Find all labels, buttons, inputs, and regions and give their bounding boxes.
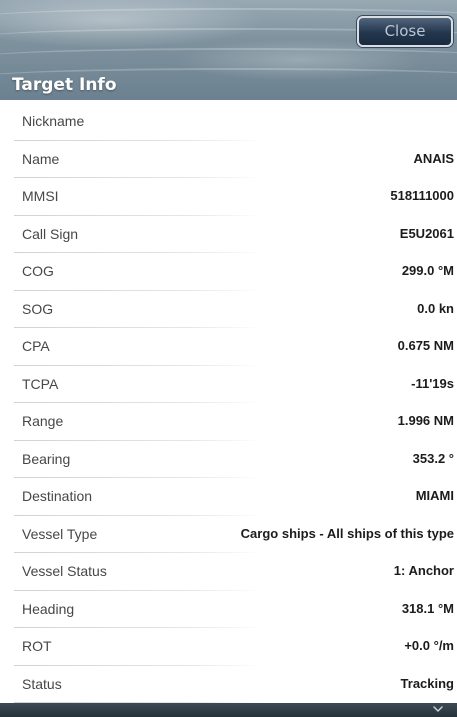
scroll-strip[interactable] bbox=[0, 703, 457, 717]
status-label: Status bbox=[22, 675, 62, 692]
mmsi-label: MMSI bbox=[22, 188, 59, 204]
list-item[interactable]: Vessel Type Cargo ships - All ships of t… bbox=[12, 516, 457, 554]
list-item[interactable]: Status Tracking bbox=[12, 666, 457, 704]
bearing-value: 353.2 ° bbox=[412, 450, 454, 466]
range-value: 1.996 NM bbox=[397, 413, 454, 428]
list-item[interactable]: Heading 318.1 °M bbox=[12, 591, 457, 629]
list-item[interactable]: Nickname bbox=[12, 103, 457, 141]
call-sign-label: Call Sign bbox=[22, 225, 79, 242]
destination-label: Destination bbox=[22, 488, 93, 504]
vessel-type-value: Cargo ships - All ships of this type bbox=[240, 525, 454, 541]
tcpa-value: -11'19s bbox=[411, 375, 454, 391]
call-sign-value: E5U2061 bbox=[399, 225, 454, 241]
range-label: Range bbox=[22, 413, 64, 429]
target-info-panel: Close Target Info Nickname Name ANAIS MM… bbox=[0, 0, 457, 717]
nickname-label: Nickname bbox=[22, 113, 85, 129]
list-item[interactable]: Name ANAIS bbox=[12, 141, 457, 179]
vessel-type-label: Vessel Type bbox=[22, 525, 98, 542]
list-item[interactable]: MMSI 518111000 bbox=[12, 178, 457, 216]
list-item[interactable]: Vessel Status 1: Anchor bbox=[12, 553, 457, 591]
list-item[interactable]: Bearing 353.2 ° bbox=[12, 441, 457, 479]
cog-value: 299.0 °M bbox=[401, 263, 454, 278]
cog-label: COG bbox=[22, 263, 54, 279]
heading-value: 318.1 °M bbox=[401, 600, 454, 616]
vessel-status-label: Vessel Status bbox=[22, 563, 107, 579]
list-item[interactable]: Call Sign E5U2061 bbox=[12, 216, 457, 254]
list-item[interactable]: Destination MIAMI bbox=[12, 478, 457, 516]
list-item[interactable]: SOG 0.0 kn bbox=[12, 291, 457, 329]
page-title: Target Info bbox=[12, 75, 117, 95]
header: Close Target Info bbox=[0, 0, 457, 100]
list-item[interactable]: COG 299.0 °M bbox=[12, 253, 457, 291]
sog-value: 0.0 kn bbox=[417, 300, 454, 316]
name-label: Name bbox=[22, 150, 60, 167]
cpa-value: 0.675 NM bbox=[397, 338, 454, 353]
mmsi-value: 518111000 bbox=[390, 188, 454, 203]
list-item[interactable]: CPA 0.675 NM bbox=[12, 328, 457, 366]
heading-label: Heading bbox=[22, 600, 75, 617]
chevron-down-icon[interactable] bbox=[432, 703, 444, 715]
sog-label: SOG bbox=[22, 300, 54, 317]
tcpa-label: TCPA bbox=[22, 375, 59, 392]
close-button[interactable]: Close bbox=[357, 16, 453, 47]
list-item[interactable]: Range 1.996 NM bbox=[12, 403, 457, 441]
status-value: Tracking bbox=[400, 675, 454, 691]
destination-value: MIAMI bbox=[415, 488, 454, 503]
bearing-label: Bearing bbox=[22, 450, 71, 467]
rot-label: ROT bbox=[22, 638, 52, 654]
rot-value: +0.0 °/m bbox=[404, 638, 454, 653]
list-item[interactable]: ROT +0.0 °/m bbox=[12, 628, 457, 666]
header-wave bbox=[0, 48, 457, 66]
vessel-status-value: 1: Anchor bbox=[393, 563, 454, 578]
target-info-list[interactable]: Nickname Name ANAIS MMSI 518111000 Call … bbox=[12, 103, 457, 703]
cpa-label: CPA bbox=[22, 338, 50, 354]
list-item[interactable]: TCPA -11'19s bbox=[12, 366, 457, 404]
name-value: ANAIS bbox=[413, 150, 454, 166]
